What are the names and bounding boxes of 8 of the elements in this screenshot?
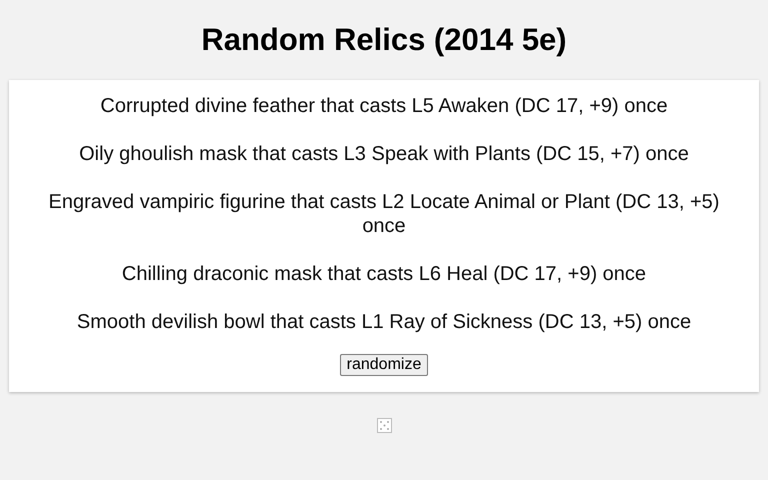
- relic-text: Engraved vampiric figurine that casts L2 Locate Animal or Plant (DC 13, +5) once: [48, 190, 720, 238]
- relic-text: Smooth devilish bowl that casts L1 Ray of Sickness (DC 13, +5) once: [76, 310, 692, 334]
- randomize-button[interactable]: randomize: [340, 354, 428, 376]
- relic-text: Corrupted divine feather that casts L5 Awaken (DC 17, +9) once: [100, 94, 668, 118]
- page-title: Random Relics (2014 5e): [200, 21, 568, 59]
- dice-icon: [376, 418, 392, 433]
- relic-text: Chilling draconic mask that casts L6 Heal (DC 17, +9) once: [122, 262, 646, 286]
- relic-text: Oily ghoulish mask that casts L3 Speak with Plants (DC 15, +7) once: [79, 142, 689, 166]
